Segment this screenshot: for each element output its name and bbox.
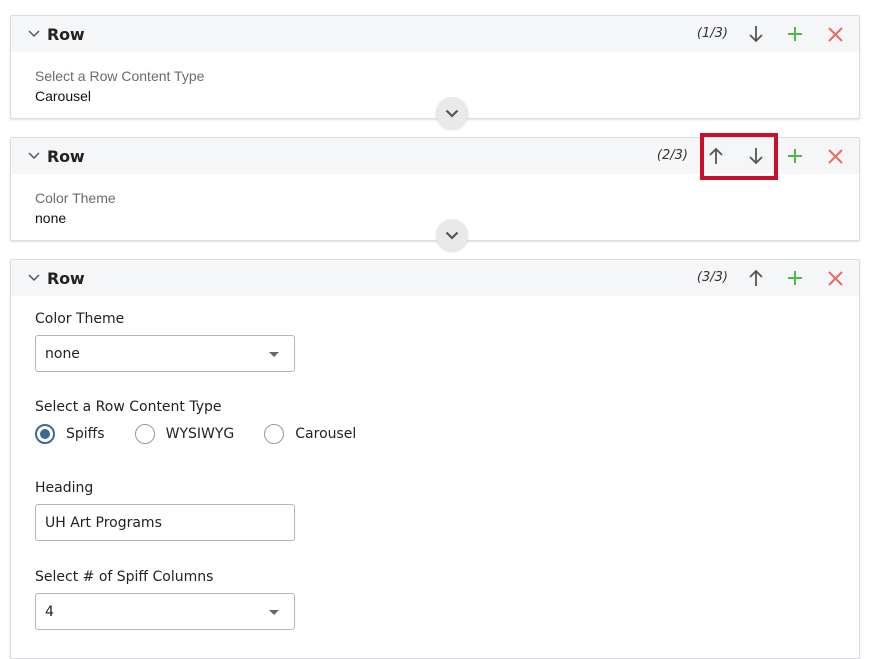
radio-label: Carousel <box>295 426 357 442</box>
arrow-down-icon <box>749 148 763 165</box>
row-header-1[interactable]: Row (1/3) <box>11 16 859 52</box>
chevron-down-icon <box>445 231 459 240</box>
chevron-down-icon <box>445 109 459 118</box>
radio-unchecked-icon[interactable] <box>134 424 155 444</box>
color-theme-value: none <box>45 345 80 362</box>
spiff-columns-field: Select # of Spiff Columns 4 <box>35 569 295 630</box>
arrow-down-icon <box>749 26 763 43</box>
expand-row-2-button[interactable] <box>436 219 468 251</box>
summary-value: none <box>35 210 67 226</box>
radio-wysiwyg[interactable]: WYSIWYG <box>134 424 235 444</box>
add-row-button[interactable] <box>783 22 807 46</box>
row-summary-2: Color Theme none <box>11 174 859 238</box>
radio-unchecked-icon[interactable] <box>264 424 285 444</box>
color-theme-field: Color Theme none <box>35 311 295 372</box>
row-title: Row <box>47 24 85 44</box>
spiff-columns-label: Select # of Spiff Columns <box>35 569 214 585</box>
color-theme-select[interactable]: none <box>35 335 295 372</box>
add-row-button[interactable] <box>783 144 807 168</box>
add-row-button[interactable] <box>783 266 807 290</box>
heading-input[interactable]: UH Art Programs <box>35 504 295 541</box>
chevron-down-icon[interactable] <box>28 28 40 40</box>
content-type-label: Select a Row Content Type <box>35 399 222 415</box>
row-summary-1: Select a Row Content Type Carousel <box>11 52 859 116</box>
content-type-field: Select a Row Content Type Spiffs WYSIWYG… <box>35 399 386 444</box>
row-counter: (3/3) <box>696 270 728 285</box>
summary-label: Color Theme <box>35 190 116 206</box>
row-panel-2: Row (2/3) Color Theme none <box>10 137 860 241</box>
heading-value: UH Art Programs <box>45 514 162 531</box>
arrow-up-icon <box>749 269 763 286</box>
remove-row-button[interactable] <box>823 22 847 46</box>
move-down-button[interactable] <box>744 144 768 168</box>
plus-icon <box>788 27 802 41</box>
row-title: Row <box>47 146 85 166</box>
radio-label: WYSIWYG <box>165 426 235 442</box>
move-up-button[interactable] <box>704 144 728 168</box>
radio-carousel[interactable]: Carousel <box>264 424 356 444</box>
row-header-3[interactable]: Row (3/3) <box>11 260 859 296</box>
row-header-2[interactable]: Row (2/3) <box>11 138 859 174</box>
chevron-down-icon[interactable] <box>28 272 40 284</box>
plus-icon <box>788 271 802 285</box>
row-title: Row <box>47 268 85 288</box>
heading-label: Heading <box>35 480 94 496</box>
expand-row-1-button[interactable] <box>436 97 468 129</box>
move-up-button[interactable] <box>744 266 768 290</box>
remove-row-button[interactable] <box>823 266 847 290</box>
radio-label: Spiffs <box>66 426 105 442</box>
dropdown-caret-icon <box>269 352 279 357</box>
spiff-columns-value: 4 <box>45 603 54 620</box>
close-icon <box>827 26 843 42</box>
close-icon <box>827 270 843 286</box>
row-panel-1: Row (1/3) Select a Row Content Type Caro… <box>10 15 860 119</box>
plus-icon <box>788 149 802 163</box>
spiff-columns-select[interactable]: 4 <box>35 593 295 630</box>
close-icon <box>827 148 843 164</box>
summary-label: Select a Row Content Type <box>35 68 205 84</box>
radio-checked-icon[interactable] <box>35 424 55 444</box>
move-down-button[interactable] <box>744 22 768 46</box>
remove-row-button[interactable] <box>823 144 847 168</box>
row-panel-3: Row (3/3) Color Theme none Select a Row … <box>10 259 860 659</box>
content-type-radio-group: Spiffs WYSIWYG Carousel <box>35 424 386 444</box>
row-counter: (1/3) <box>696 26 728 41</box>
dropdown-caret-icon <box>269 610 279 615</box>
arrow-up-icon <box>709 147 723 164</box>
summary-value: Carousel <box>35 88 92 104</box>
row-counter: (2/3) <box>656 148 688 163</box>
radio-spiffs[interactable]: Spiffs <box>35 424 105 444</box>
color-theme-label: Color Theme <box>35 311 125 327</box>
heading-field: Heading UH Art Programs <box>35 480 295 541</box>
chevron-down-icon[interactable] <box>28 150 40 162</box>
